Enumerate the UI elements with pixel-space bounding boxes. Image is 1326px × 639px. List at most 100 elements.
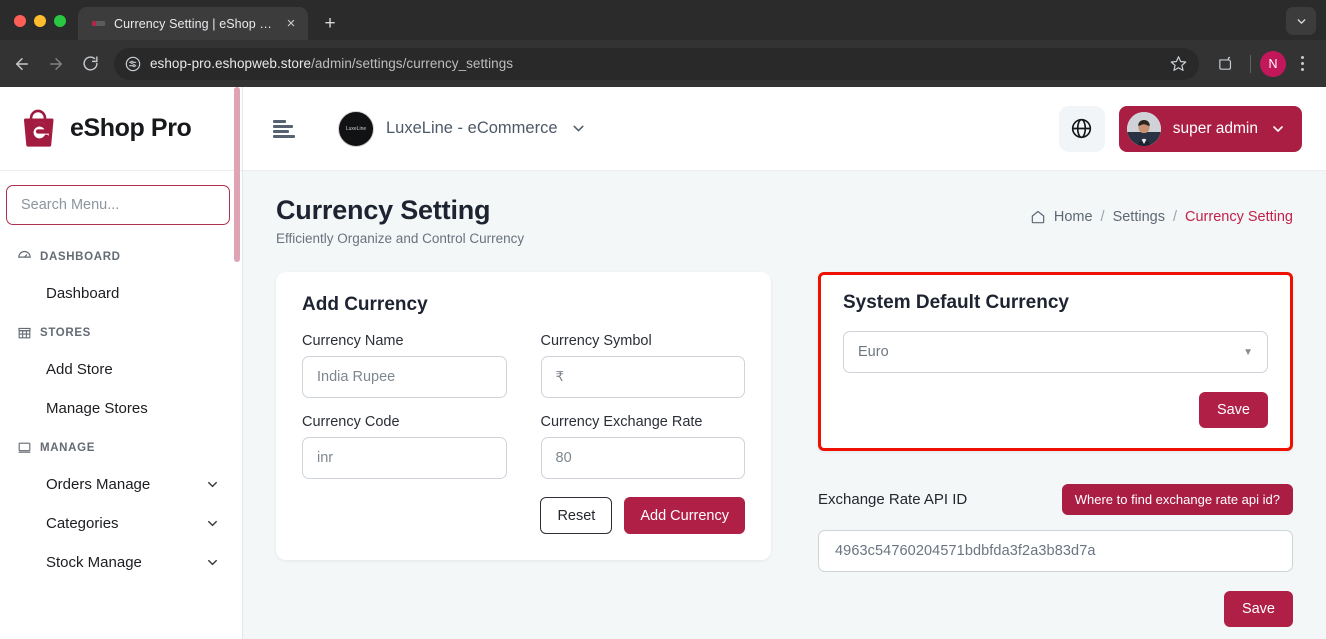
search-menu-placeholder: Search Menu...: [21, 197, 120, 213]
admin-profile-button[interactable]: super admin: [1118, 105, 1302, 152]
sidebar-item-label: Manage Stores: [46, 400, 148, 417]
site-settings-icon[interactable]: [125, 56, 141, 72]
sidebar-search-wrap: Search Menu...: [0, 171, 242, 231]
system-default-currency-card: System Default Currency Euro ▼ Save: [818, 272, 1293, 451]
exchange-rate-api-value: 4963c54760204571bdbfda3f2a3b83d7a: [835, 543, 1096, 559]
currency-symbol-label: Currency Symbol: [540, 333, 652, 349]
browser-profile-avatar[interactable]: N: [1260, 50, 1286, 77]
chevron-down-icon[interactable]: ▼: [1243, 347, 1253, 358]
system-default-currency-title: System Default Currency: [843, 292, 1069, 313]
reload-icon[interactable]: [74, 48, 106, 80]
sidebar-item-dashboard[interactable]: Dashboard: [0, 274, 242, 313]
new-tab-button[interactable]: +: [316, 9, 344, 37]
right-column: System Default Currency Euro ▼ Save Exch…: [818, 272, 1293, 627]
hamburger-icon[interactable]: [273, 119, 295, 138]
address-bar[interactable]: eshop-pro.eshopweb.store/admin/settings/…: [114, 47, 1199, 80]
page-header: Currency Setting Efficiently Organize an…: [276, 195, 1293, 246]
breadcrumb-separator: /: [1100, 209, 1105, 225]
currency-code-input[interactable]: inr: [302, 437, 507, 479]
nav-group-stores: STORES: [0, 313, 242, 350]
search-menu-input[interactable]: Search Menu...: [6, 185, 230, 225]
store-selector[interactable]: LuxeLine LuxeLine - eCommerce: [338, 110, 587, 147]
cards-row: Add Currency Currency Name India Rupee C: [276, 272, 1293, 627]
browser-menu-icon[interactable]: [1288, 49, 1316, 79]
extensions-icon[interactable]: [1209, 48, 1241, 80]
reset-button[interactable]: Reset: [540, 497, 613, 534]
close-window-button[interactable]: [14, 15, 26, 27]
topbar-actions: super admin: [1058, 105, 1302, 152]
sidebar-item-label: Dashboard: [46, 285, 120, 302]
sidebar-item-add-store[interactable]: Add Store: [0, 350, 242, 389]
chevron-down-icon[interactable]: [205, 516, 220, 531]
chevron-down-icon[interactable]: [205, 477, 220, 492]
exchange-rate-api-input[interactable]: 4963c54760204571bdbfda3f2a3b83d7a: [818, 530, 1293, 572]
currency-exchange-rate-group: Currency Exchange Rate 80: [540, 414, 745, 495]
add-currency-button[interactable]: Add Currency: [624, 497, 745, 534]
default-currency-select[interactable]: Euro ▼: [843, 331, 1268, 373]
currency-name-label: Currency Name: [302, 333, 404, 349]
exchange-rate-api-label: Exchange Rate API ID: [818, 491, 968, 508]
chevron-down-icon[interactable]: [1270, 121, 1286, 137]
forward-icon[interactable]: [40, 48, 72, 80]
nav-group-label-stores: STORES: [40, 326, 91, 339]
sidebar-item-label: Categories: [46, 515, 119, 532]
chevron-down-icon[interactable]: [570, 120, 587, 137]
exchange-rate-api-header: Exchange Rate API ID Where to find excha…: [818, 484, 1293, 515]
globe-icon[interactable]: [1058, 105, 1105, 152]
maximize-window-button[interactable]: [54, 15, 66, 27]
page-title: Currency Setting: [276, 195, 491, 225]
page-viewport: eShop Pro Search Menu... DASHBOARD Dashb…: [0, 87, 1326, 639]
chevron-down-icon[interactable]: [1286, 7, 1316, 35]
sidebar-item-label: Stock Manage: [46, 554, 142, 571]
add-currency-column: Add Currency Currency Name India Rupee C: [276, 272, 771, 560]
page-title-block: Currency Setting Efficiently Organize an…: [276, 195, 524, 246]
home-icon[interactable]: [1030, 209, 1046, 225]
admin-name: super admin: [1172, 119, 1258, 137]
sidebar-item-categories[interactable]: Categories: [0, 504, 242, 543]
breadcrumb-home[interactable]: Home: [1054, 209, 1093, 225]
store-avatar: LuxeLine: [338, 110, 374, 147]
where-to-find-api-id-button[interactable]: Where to find exchange rate api id?: [1061, 484, 1293, 515]
save-default-currency-button[interactable]: Save: [1198, 392, 1268, 428]
currency-name-group: Currency Name India Rupee: [302, 333, 507, 414]
add-currency-card: Add Currency Currency Name India Rupee C: [276, 272, 771, 560]
default-currency-value: Euro: [858, 344, 889, 360]
brand-header[interactable]: eShop Pro: [0, 87, 242, 171]
avatar: [1126, 111, 1161, 146]
tab-title: Currency Setting | eShop Pro: [114, 16, 274, 31]
sidebar-item-label: Add Store: [46, 361, 113, 378]
gauge-icon: [17, 249, 32, 264]
browser-tab[interactable]: Currency Setting | eShop Pro ×: [78, 7, 308, 40]
exchange-rate-api-actions: Save: [818, 591, 1293, 627]
tabstrip-actions: [1286, 7, 1326, 40]
close-tab-icon[interactable]: ×: [282, 15, 300, 33]
breadcrumb-separator: /: [1172, 209, 1177, 225]
currency-exchange-rate-input[interactable]: 80: [540, 437, 745, 479]
save-exchange-rate-api-button[interactable]: Save: [1223, 591, 1293, 627]
site-favicon: [90, 16, 106, 32]
main-area: LuxeLine LuxeLine - eCommerce super admi…: [243, 87, 1326, 639]
sidebar-item-orders-manage[interactable]: Orders Manage: [0, 465, 242, 504]
page-subtitle: Efficiently Organize and Control Currenc…: [276, 231, 525, 246]
currency-code-label: Currency Code: [302, 414, 400, 430]
minimize-window-button[interactable]: [34, 15, 46, 27]
sidebar-item-stock-manage[interactable]: Stock Manage: [0, 543, 242, 582]
nav-group-dashboard: DASHBOARD: [0, 237, 242, 274]
nav-group-label-dashboard: DASHBOARD: [40, 250, 121, 263]
bookmark-star-icon[interactable]: [1170, 55, 1187, 72]
currency-name-input[interactable]: India Rupee: [302, 356, 507, 398]
currency-symbol-group: Currency Symbol ₹: [540, 333, 745, 414]
currency-symbol-input[interactable]: ₹: [540, 356, 745, 398]
breadcrumb-settings[interactable]: Settings: [1113, 209, 1165, 225]
currency-code-group: Currency Code inr: [302, 414, 507, 495]
sidebar-nav: DASHBOARD Dashboard STORES Add Store Man…: [0, 231, 242, 639]
sidebar-item-manage-stores[interactable]: Manage Stores: [0, 389, 242, 428]
back-icon[interactable]: [6, 48, 38, 80]
store-name: LuxeLine - eCommerce: [386, 119, 558, 137]
chevron-down-icon[interactable]: [205, 555, 220, 570]
browser-tabstrip: Currency Setting | eShop Pro × +: [0, 0, 1326, 40]
browser-toolbar: eshop-pro.eshopweb.store/admin/settings/…: [0, 40, 1326, 87]
sidebar-scrollbar[interactable]: [234, 87, 240, 262]
exchange-rate-api-block: Exchange Rate API ID Where to find excha…: [818, 484, 1293, 627]
store-icon: [17, 325, 32, 340]
